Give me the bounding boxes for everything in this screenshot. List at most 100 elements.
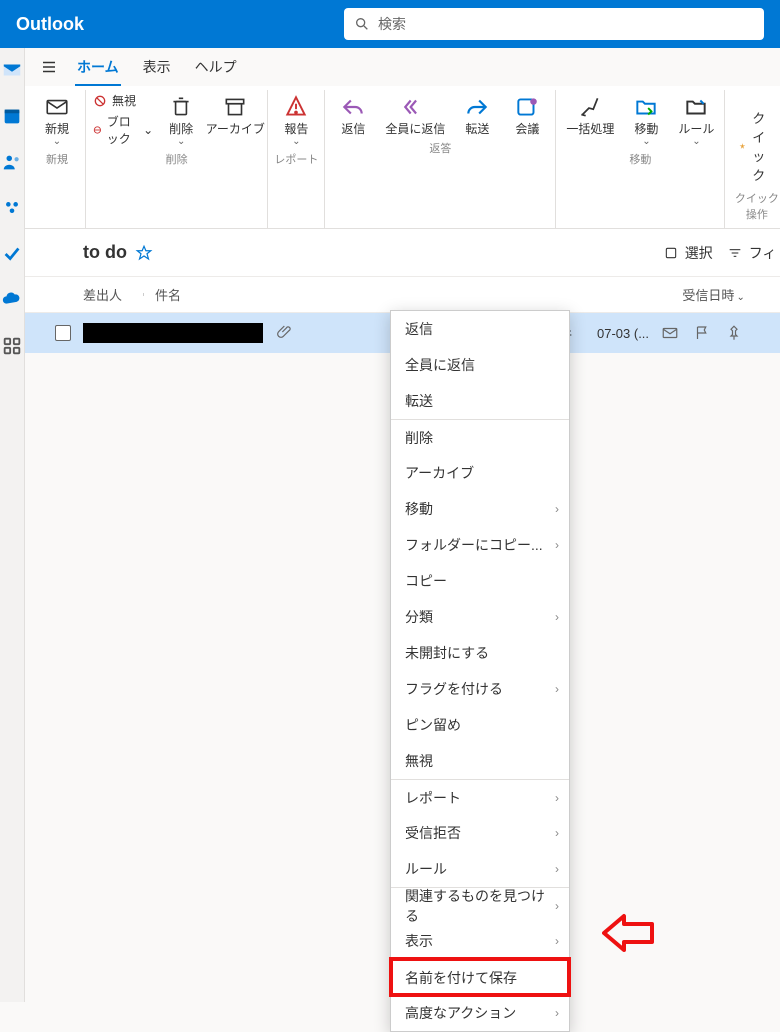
report-button[interactable]: 報告 ⌄ [274, 92, 318, 149]
chevron-right-icon: › [555, 791, 559, 805]
meeting-button[interactable]: 会議 [505, 92, 549, 138]
filter-label: フィ [749, 243, 777, 263]
block-button[interactable]: ブロック⌄ [92, 113, 153, 147]
ctx-delete[interactable]: 削除 [391, 419, 569, 455]
forward-label: 転送 [465, 122, 489, 136]
ctx-copyto[interactable]: フォルダーにコピー...› [391, 527, 569, 563]
select-label: 選択 [685, 243, 713, 263]
folder-header: to do 選択 フィ [25, 229, 780, 277]
filter-button[interactable]: フィ [727, 243, 777, 263]
row-date: 07-03 (... [597, 326, 649, 341]
ribbon-group-quick-label: クイック操作 [731, 188, 780, 226]
ribbon-group-new: 新規 ⌄ 新規 [29, 90, 86, 228]
col-subject[interactable]: 件名 [143, 288, 181, 303]
flag-icon[interactable] [693, 324, 711, 342]
chevron-right-icon: › [555, 502, 559, 516]
chevron-right-icon: › [555, 899, 559, 913]
title-bar: Outlook 検索 [0, 0, 780, 48]
chevron-down-icon: ⌄ [53, 136, 61, 147]
forward-button[interactable]: 転送 [455, 92, 499, 138]
reply-button[interactable]: 返信 [331, 92, 375, 138]
ctx-advanced[interactable]: 高度なアクション› [391, 995, 569, 1031]
ribbon-group-quick: クイック クイック操作 [725, 90, 780, 228]
chevron-right-icon: › [555, 538, 559, 552]
search-placeholder: 検索 [378, 14, 406, 34]
ctx-view[interactable]: 表示› [391, 923, 569, 959]
chevron-right-icon: › [555, 682, 559, 696]
new-mail-button[interactable]: 新規 ⌄ [35, 92, 79, 149]
quick-label: クイック [752, 108, 774, 184]
new-mail-label: 新規 [45, 122, 69, 136]
ctx-report[interactable]: レポート› [391, 779, 569, 815]
ctx-reply[interactable]: 返信 [391, 311, 569, 347]
rules-button[interactable]: ルール ⌄ [674, 92, 718, 149]
rail-groups-icon[interactable] [0, 196, 24, 220]
tab-help[interactable]: ヘルプ [183, 48, 249, 86]
rail-people-icon[interactable] [0, 150, 24, 174]
rail-calendar-icon[interactable] [0, 104, 24, 128]
tab-home[interactable]: ホーム [65, 48, 131, 86]
row-checkbox[interactable] [55, 325, 71, 341]
rail-onedrive-icon[interactable] [0, 288, 24, 312]
ignore-label: 無視 [112, 92, 136, 109]
sweep-button[interactable]: 一括処理 [562, 92, 618, 138]
ctx-replyall[interactable]: 全員に返信 [391, 347, 569, 383]
favorite-star-icon[interactable] [135, 244, 153, 262]
quick-steps-button[interactable]: クイック [731, 104, 780, 188]
envelope-icon[interactable] [661, 324, 679, 342]
archive-button[interactable]: アーカイブ [209, 92, 261, 138]
ctx-categorize[interactable]: 分類› [391, 599, 569, 635]
ignore-button[interactable]: 無視 [92, 92, 136, 109]
ribbon-group-reply-label: 返答 [429, 138, 451, 160]
ribbon-group-delete-label: 削除 [166, 149, 188, 171]
chevron-right-icon: › [555, 826, 559, 840]
ribbon-group-move-label: 移動 [629, 149, 651, 171]
rail-todo-icon[interactable] [0, 242, 24, 266]
col-sender[interactable]: 差出人 [25, 285, 143, 304]
chevron-down-icon: ⌄ [736, 292, 744, 303]
ctx-copy[interactable]: コピー [391, 563, 569, 599]
ctx-saveas[interactable]: 名前を付けて保存 [391, 959, 569, 995]
context-menu: 返信 全員に返信 転送 削除 アーカイブ 移動› フォルダーにコピー...› コ… [390, 310, 570, 1032]
move-button[interactable]: 移動 ⌄ [624, 92, 668, 149]
rail-apps-icon[interactable] [0, 334, 24, 358]
chevron-right-icon: › [555, 934, 559, 948]
rules-label: ルール [678, 122, 714, 136]
ctx-findrelated[interactable]: 関連するものを見つける› [391, 887, 569, 923]
replyall-label: 全員に返信 [385, 122, 445, 136]
ctx-move[interactable]: 移動› [391, 491, 569, 527]
search-box[interactable]: 検索 [344, 8, 764, 40]
tab-view[interactable]: 表示 [131, 48, 183, 86]
archive-label: アーカイブ [206, 122, 265, 136]
col-received[interactable]: 受信日時 [682, 288, 734, 303]
ribbon-group-report-label: レポート [274, 149, 318, 171]
ctx-block[interactable]: 受信拒否› [391, 815, 569, 851]
row-sender [83, 323, 263, 343]
chevron-right-icon: › [555, 1006, 559, 1020]
ctx-forward[interactable]: 転送 [391, 383, 569, 419]
meeting-label: 会議 [515, 122, 539, 136]
ribbon-group-report: 報告 ⌄ レポート [268, 90, 325, 228]
ctx-pin[interactable]: ピン留め [391, 707, 569, 743]
ctx-rules[interactable]: ルール› [391, 851, 569, 887]
ctx-archive[interactable]: アーカイブ [391, 455, 569, 491]
attachment-icon [277, 324, 293, 343]
ctx-flag[interactable]: フラグを付ける› [391, 671, 569, 707]
column-headers: 差出人 件名 受信日時⌄ [25, 277, 780, 313]
hamburger-button[interactable] [33, 58, 65, 76]
replyall-button[interactable]: 全員に返信 [381, 92, 449, 138]
delete-button[interactable]: 削除 ⌄ [159, 92, 203, 149]
select-button[interactable]: 選択 [663, 243, 713, 263]
app-brand: Outlook [16, 14, 84, 35]
ctx-markunread[interactable]: 未開封にする [391, 635, 569, 671]
folder-title: to do [83, 242, 127, 263]
rail-mail-icon[interactable] [0, 58, 24, 82]
chevron-right-icon: › [555, 862, 559, 876]
ribbon-group-delete: 無視 ブロック⌄ 削除 ⌄ アーカイブ [86, 90, 268, 228]
pin-icon[interactable] [725, 324, 743, 342]
left-rail [0, 48, 25, 1002]
report-label: 報告 [284, 122, 308, 136]
ribbon-group-reply: 返信 全員に返信 転送 会議 返答 [325, 90, 556, 228]
search-icon [354, 16, 370, 32]
ctx-ignore[interactable]: 無視 [391, 743, 569, 779]
